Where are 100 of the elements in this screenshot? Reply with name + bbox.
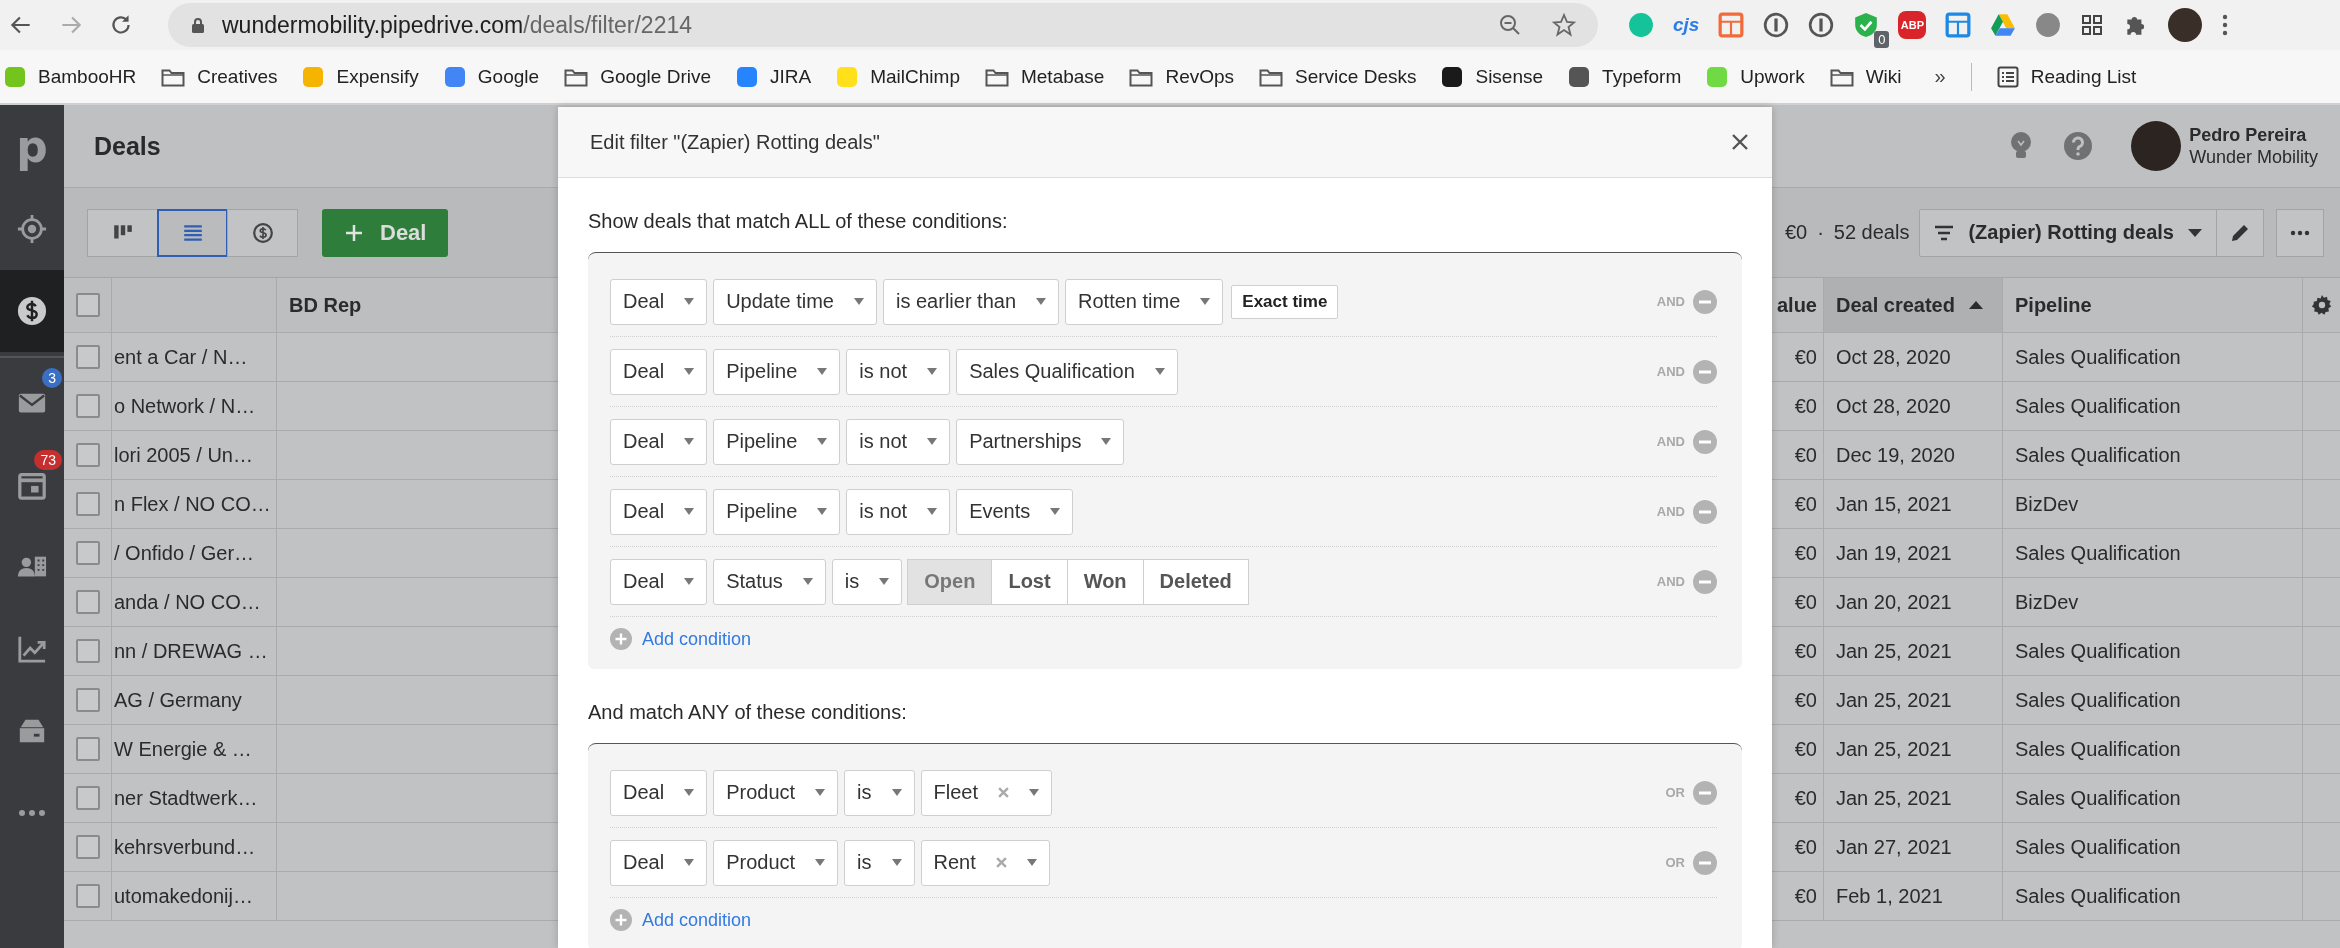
nav-item[interactable]: 73 (0, 444, 64, 526)
nav-item[interactable] (0, 270, 64, 352)
extension-icon[interactable]: ABP (1898, 11, 1927, 39)
remove-condition-icon[interactable] (1693, 289, 1717, 314)
dropdown[interactable]: Product (713, 769, 839, 816)
bookmark[interactable]: MailChimp (836, 65, 960, 88)
row-checkbox[interactable] (75, 492, 100, 516)
address-bar[interactable]: wundermobility.pipedrive.com/deals/filter/2214 (168, 3, 1598, 47)
bookmark[interactable]: JIRA (736, 65, 812, 88)
remove-icon[interactable] (995, 857, 1007, 868)
app-logo[interactable]: p (0, 105, 64, 188)
star-icon[interactable] (1552, 13, 1576, 37)
row-checkbox[interactable] (75, 786, 100, 810)
dropdown[interactable]: is not (846, 348, 951, 395)
nav-item[interactable]: 3 (0, 362, 64, 444)
dropdown[interactable]: Rotten time (1065, 278, 1224, 325)
extension-icon[interactable]: cjs (1673, 14, 1700, 36)
more-bookmarks-button[interactable]: » (1934, 65, 1946, 88)
remove-condition-icon[interactable] (1693, 569, 1717, 594)
add-condition-link[interactable]: Add condition (610, 898, 752, 942)
dropdown[interactable]: Deal (610, 558, 708, 605)
dropdown[interactable]: Deal (610, 769, 708, 816)
extension-icon[interactable] (1990, 12, 2017, 38)
dropdown[interactable]: Pipeline (713, 418, 841, 465)
bookmark[interactable]: RevOps (1129, 65, 1235, 88)
bookmark[interactable]: Creatives (161, 65, 278, 88)
kebab-menu-icon[interactable] (2221, 13, 2230, 37)
extension-icon[interactable] (1763, 12, 1790, 38)
row-checkbox[interactable] (75, 394, 100, 418)
dropdown[interactable]: Pipeline (713, 488, 841, 535)
zoom-out-icon[interactable] (1498, 13, 1522, 37)
column-header[interactable]: Pipeline (2003, 278, 2303, 332)
view-toggle-button[interactable] (157, 208, 228, 257)
bookmark[interactable]: Upwork (1706, 65, 1805, 88)
bookmark[interactable]: BambooHR (4, 65, 137, 88)
row-checkbox[interactable] (75, 541, 100, 565)
help-icon[interactable] (2063, 131, 2094, 161)
edit-filter-button[interactable] (2216, 208, 2264, 257)
extension-icon[interactable] (1808, 12, 1835, 38)
dropdown[interactable]: Update time (713, 278, 877, 325)
remove-condition-icon[interactable] (1693, 429, 1717, 454)
column-header[interactable]: Deal created (1824, 278, 2003, 332)
view-toggle-button[interactable] (227, 208, 298, 257)
filter-dropdown[interactable]: (Zapier) Rotting deals (1919, 208, 2217, 257)
dropdown[interactable]: is (831, 558, 903, 605)
extension-icon[interactable] (2035, 12, 2062, 38)
dropdown[interactable]: Product (713, 839, 839, 886)
bookmark[interactable]: Expensify (302, 65, 419, 88)
add-deal-button[interactable]: Deal (322, 208, 449, 257)
row-checkbox[interactable] (75, 345, 100, 369)
status-option[interactable]: Deleted (1142, 558, 1249, 605)
row-checkbox[interactable] (75, 737, 100, 761)
row-checkbox[interactable] (75, 688, 100, 712)
row-checkbox[interactable] (75, 884, 100, 908)
bookmark[interactable]: Wiki (1829, 65, 1902, 88)
profile-avatar[interactable] (2168, 8, 2203, 42)
status-option[interactable]: Lost (991, 558, 1068, 605)
more-actions-button[interactable] (2276, 208, 2324, 257)
status-option[interactable]: Won (1066, 558, 1144, 605)
remove-condition-icon[interactable] (1693, 850, 1717, 875)
dropdown[interactable]: Pipeline (713, 348, 841, 395)
remove-condition-icon[interactable] (1693, 499, 1717, 524)
bookmark[interactable]: Google Drive (564, 65, 711, 88)
dropdown[interactable]: is earlier than (883, 278, 1060, 325)
extension-icon[interactable] (1945, 12, 1972, 38)
dropdown[interactable]: Events (956, 488, 1074, 535)
dropdown[interactable]: Rent (920, 839, 1050, 886)
remove-icon[interactable] (998, 787, 1009, 798)
shield-icon[interactable] (1853, 12, 1880, 38)
dropdown[interactable]: Deal (610, 348, 708, 395)
bookmark[interactable]: Sisense (1441, 65, 1544, 88)
dropdown[interactable]: is (844, 839, 915, 886)
row-checkbox[interactable] (75, 590, 100, 614)
exact-time-button[interactable]: Exact time (1231, 284, 1339, 319)
row-checkbox[interactable] (75, 835, 100, 859)
dropdown[interactable]: is not (846, 488, 951, 535)
dropdown[interactable]: Deal (610, 278, 708, 325)
dropdown[interactable]: Partnerships (956, 418, 1125, 465)
row-checkbox[interactable] (75, 639, 100, 663)
user-avatar[interactable] (2131, 121, 2182, 171)
grid-icon[interactable] (2080, 13, 2105, 37)
view-toggle-button[interactable] (87, 208, 158, 257)
dropdown[interactable]: Sales Qualification (956, 348, 1178, 395)
dropdown[interactable]: Status (713, 558, 826, 605)
dropdown[interactable]: is (844, 769, 915, 816)
select-all-checkbox[interactable] (75, 293, 100, 317)
close-icon[interactable] (1730, 132, 1750, 152)
bookmark[interactable]: Google (443, 65, 540, 88)
dropdown[interactable]: Fleet (920, 769, 1052, 816)
bookmark[interactable]: Service Desks (1259, 65, 1417, 88)
remove-condition-icon[interactable] (1693, 780, 1717, 805)
lightbulb-icon[interactable] (2009, 131, 2034, 161)
dropdown[interactable]: is not (846, 418, 951, 465)
dropdown[interactable]: Deal (610, 418, 708, 465)
add-condition-link[interactable]: Add condition (610, 617, 752, 661)
reading-list-button[interactable]: Reading List (1996, 65, 2137, 88)
dropdown[interactable]: Deal (610, 488, 708, 535)
bookmark[interactable]: Metabase (984, 65, 1105, 88)
settings-icon[interactable] (2310, 294, 2333, 316)
bookmark[interactable]: Typeform (1568, 65, 1682, 88)
